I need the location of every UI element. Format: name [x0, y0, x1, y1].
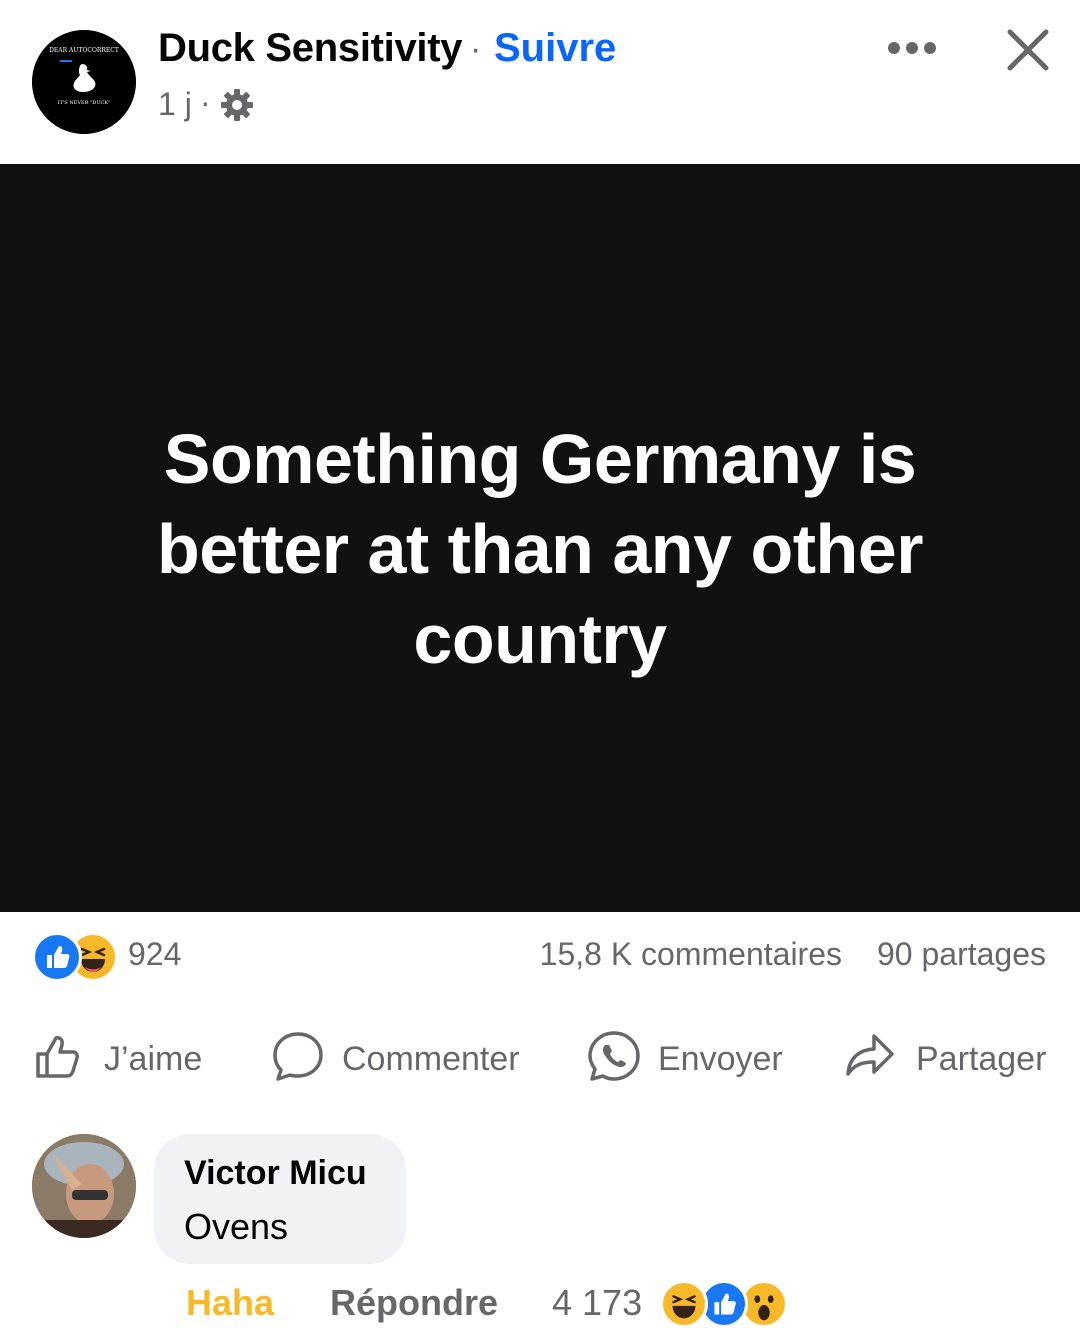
comment-author[interactable]: Victor Micu: [184, 1154, 367, 1193]
gear-icon: [221, 89, 253, 121]
like-button[interactable]: J’aime: [32, 1028, 212, 1084]
avatar-text-bottom: IT'S NEVER "DUCK": [58, 100, 111, 106]
comment-reaction-count[interactable]: 4 173: [552, 1282, 642, 1324]
comments-count[interactable]: 15,8 K commentaires: [540, 936, 842, 973]
post-text: Something Germany is better at than any …: [157, 420, 923, 678]
commenter-photo-icon: [32, 1134, 136, 1238]
comment-actions: Haha Répondre 4 173: [186, 1278, 1066, 1328]
thumbs-up-icon: [36, 1036, 79, 1078]
close-icon[interactable]: [1004, 26, 1052, 74]
shares-count[interactable]: 90 partages: [877, 936, 1046, 973]
meta-separator-dot: ·: [200, 84, 211, 120]
comment-reaction-button[interactable]: Haha: [186, 1282, 274, 1324]
comment-text: Ovens: [184, 1206, 289, 1247]
more-options-icon[interactable]: [886, 40, 938, 56]
like-reaction-icon[interactable]: [32, 932, 82, 982]
reaction-count[interactable]: 924: [128, 936, 181, 973]
share-button[interactable]: Partager: [842, 1028, 1052, 1084]
send-button[interactable]: Envoyer: [586, 1028, 786, 1084]
comment-bubble: Victor Micu Ovens: [154, 1134, 406, 1264]
action-bar: J’aime Commenter Envoyer Partager: [0, 1020, 1080, 1090]
post-header: DEAR AUTOCORRECT IT'S NEVER "DUCK" Duck …: [0, 0, 1080, 164]
comment-label: Commenter: [342, 1040, 520, 1078]
avatar-text-top: DEAR AUTOCORRECT: [49, 47, 119, 54]
comment-button[interactable]: Commenter: [270, 1028, 530, 1084]
page-name-link[interactable]: Duck Sensitivity: [158, 26, 463, 71]
page-avatar[interactable]: DEAR AUTOCORRECT IT'S NEVER "DUCK": [32, 30, 136, 134]
send-label: Envoyer: [658, 1040, 783, 1078]
commenter-avatar[interactable]: [32, 1134, 136, 1238]
duck-logo-icon: DEAR AUTOCORRECT IT'S NEVER "DUCK": [32, 30, 136, 134]
separator-dot: ·: [470, 30, 482, 68]
post-image[interactable]: Something Germany is better at than any …: [0, 164, 1080, 912]
follow-button[interactable]: Suivre: [494, 26, 616, 71]
like-label: J’aime: [104, 1040, 203, 1078]
haha-reaction-icon: [660, 1280, 708, 1328]
share-label: Partager: [916, 1040, 1047, 1078]
post-time[interactable]: 1 j: [158, 86, 192, 123]
whatsapp-icon: [588, 1031, 640, 1081]
reply-button[interactable]: Répondre: [330, 1282, 498, 1324]
comment-bubble-icon: [273, 1032, 323, 1081]
share-arrow-icon: [846, 1034, 894, 1076]
reactions-summary: 924 15,8 K commentaires 90 partages: [32, 930, 1052, 982]
